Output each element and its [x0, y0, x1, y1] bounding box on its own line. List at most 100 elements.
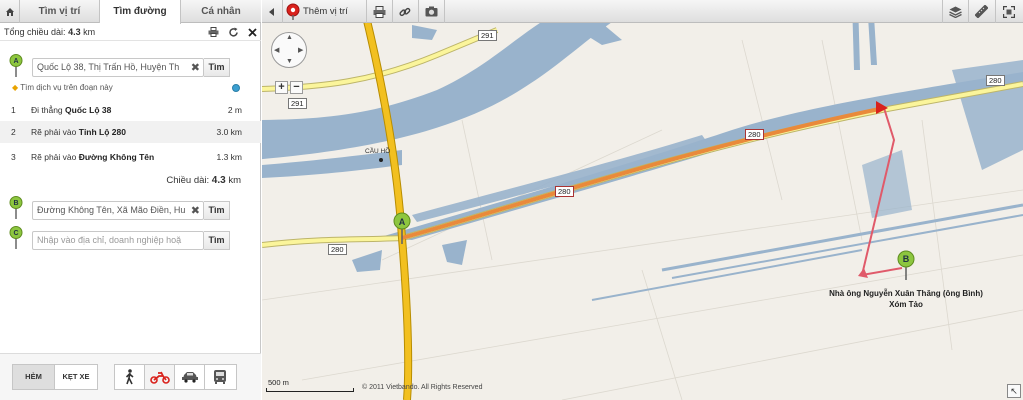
- bus-button[interactable]: [205, 365, 235, 389]
- map-marker-b-letter: B: [903, 254, 910, 264]
- alley-mode-button[interactable]: HẺM: [13, 365, 55, 389]
- home-icon: [5, 7, 14, 16]
- clear-origin-icon[interactable]: ✖: [191, 61, 200, 74]
- tab-find-location[interactable]: Tìm vị trí: [20, 0, 100, 23]
- total-distance-header: Tổng chiều dài: 4.3 km: [0, 23, 261, 41]
- zoom-out-button[interactable]: −: [290, 81, 303, 94]
- service-link-text: Tìm dịch vụ trên đoạn này: [20, 83, 113, 92]
- service-globe-icon[interactable]: [232, 84, 240, 92]
- marker-c-letter: C: [13, 230, 18, 237]
- pan-right-icon[interactable]: ▶: [298, 46, 303, 54]
- clear-destination-icon[interactable]: ✖: [191, 204, 200, 217]
- map-toolbar: Thêm vị trí: [262, 0, 1023, 23]
- road-shield: 291: [288, 98, 307, 109]
- motorbike-icon: [149, 371, 170, 384]
- step-instruction: Rẽ phải vào Tỉnh Lộ 280: [31, 121, 126, 143]
- route-length-value: 4.3: [211, 175, 226, 186]
- origin-row: Quốc Lộ 38, Thị Trấn Hồ, Huyện Th ✖ Tìm: [32, 58, 230, 77]
- screenshot-button[interactable]: [418, 0, 444, 23]
- add-location-button[interactable]: Thêm vị trí: [286, 0, 366, 23]
- route-length-unit: km: [228, 175, 241, 186]
- walk-icon: [125, 369, 134, 385]
- vehicle-group: [114, 364, 237, 390]
- bus-icon: [214, 370, 226, 384]
- pan-left-icon[interactable]: ◀: [274, 46, 279, 54]
- directions-panel: Tìm vị trí Tìm đường Cá nhân Tổng chiều …: [0, 0, 261, 400]
- collapse-panel-button[interactable]: [262, 0, 282, 23]
- origin-search-button[interactable]: Tìm: [204, 58, 230, 77]
- extra-stop-input[interactable]: Nhập vào địa chỉ, doanh nghiệp hoặ: [32, 231, 204, 250]
- total-distance-label: Tổng chiều dài:: [4, 27, 66, 37]
- route-step[interactable]: 3 Rẽ phải vào Đường Không Tên 1.3 km: [0, 146, 261, 168]
- destination-search-button[interactable]: Tìm: [204, 201, 230, 220]
- step-road: Quốc Lộ 38: [65, 105, 112, 115]
- car-button[interactable]: [175, 365, 205, 389]
- pan-control[interactable]: ▲ ▼ ◀ ▶: [271, 32, 307, 68]
- pan-up-icon[interactable]: ▲: [286, 34, 293, 41]
- step-prefix: Rẽ phải vào: [31, 152, 77, 162]
- origin-input[interactable]: Quốc Lộ 38, Thị Trấn Hồ, Huyện Th: [32, 58, 204, 77]
- route-step[interactable]: 2 Rẽ phải vào Tỉnh Lộ 280 3.0 km: [0, 121, 261, 143]
- road-shield: 280: [555, 186, 574, 197]
- add-location-label: Thêm vị trí: [303, 6, 348, 17]
- step-instruction: Đi thẳng Quốc Lộ 38: [31, 99, 111, 121]
- link-icon: [399, 7, 411, 16]
- step-road: Đường Không Tên: [78, 152, 155, 162]
- zoom-in-button[interactable]: +: [275, 81, 288, 94]
- copyright-text: © 2011 Vietbando. All Rights Reserved: [362, 384, 483, 391]
- step-prefix: Rẽ phải vào: [31, 127, 77, 137]
- marker-a-letter: A: [13, 58, 18, 65]
- reverse-route-button[interactable]: [227, 26, 239, 38]
- map-marker-a-letter: A: [399, 217, 406, 227]
- step-instruction: Rẽ phải vào Đường Không Tên: [31, 146, 154, 168]
- destination-label-line2: Xóm Tảo: [889, 300, 923, 309]
- fullscreen-icon: [1003, 5, 1015, 18]
- tab-find-route[interactable]: Tìm đường: [100, 0, 181, 24]
- map-marker-b[interactable]: B: [897, 250, 915, 280]
- road-shield: 280: [986, 75, 1005, 86]
- road-shield: 291: [478, 30, 497, 41]
- scale-label: 500 m: [268, 378, 289, 387]
- marker-a-icon: A: [9, 54, 23, 77]
- pan-down-icon[interactable]: ▼: [286, 58, 293, 65]
- total-distance-value: 4.3: [68, 27, 81, 37]
- route-step[interactable]: 1 Đi thẳng Quốc Lộ 38 2 m: [0, 99, 261, 121]
- road-shield: 280: [745, 129, 764, 140]
- road-mode-group: HẺM KẸT XE: [12, 364, 98, 390]
- layers-button[interactable]: [942, 0, 968, 23]
- step-distance: 1.3 km: [216, 152, 242, 162]
- tab-personal[interactable]: Cá nhân: [181, 0, 261, 23]
- close-panel-button[interactable]: [246, 26, 258, 38]
- bullet-icon: ◆: [12, 83, 19, 92]
- service-link[interactable]: ◆ Tìm dịch vụ trên đoạn này: [12, 83, 113, 92]
- tab-bar: Tìm vị trí Tìm đường Cá nhân: [0, 0, 261, 24]
- scale-bar: [266, 388, 354, 392]
- extra-stop-search-button[interactable]: Tìm: [204, 231, 230, 250]
- overview-toggle-button[interactable]: ↖: [1007, 384, 1021, 398]
- step-number: 2: [11, 127, 16, 137]
- destination-label-line1: Nhà ông Nguyễn Xuân Thăng (ông Bình): [829, 289, 983, 298]
- destination-row: Đường Không Tên, Xã Mão Điền, Hu ✖ Tìm: [32, 201, 230, 220]
- fullscreen-button[interactable]: [995, 0, 1023, 23]
- map-print-button[interactable]: [366, 0, 392, 23]
- layers-icon: [948, 6, 962, 18]
- destination-label: Nhà ông Nguyễn Xuân Thăng (ông Bình) Xóm…: [808, 288, 1004, 310]
- print-route-button[interactable]: [207, 26, 219, 38]
- destination-input[interactable]: Đường Không Tên, Xã Mão Điền, Hu: [32, 201, 204, 220]
- refresh-icon: [228, 27, 238, 37]
- marker-b-letter: B: [13, 200, 18, 207]
- measure-button[interactable]: [968, 0, 995, 23]
- home-button[interactable]: [0, 0, 20, 23]
- motorbike-button[interactable]: [145, 365, 175, 389]
- traffic-jam-button[interactable]: KẸT XE: [55, 365, 97, 389]
- walk-button[interactable]: [115, 365, 145, 389]
- map-canvas[interactable]: A B: [262, 0, 1023, 400]
- ruler-icon: [975, 5, 988, 18]
- step-distance: 2 m: [227, 105, 242, 115]
- share-link-button[interactable]: [392, 0, 418, 23]
- car-icon: [181, 372, 198, 383]
- map-pin-icon: [286, 3, 300, 20]
- place-label: CẦU HỒ: [365, 148, 391, 155]
- road-shield: 280: [328, 244, 347, 255]
- step-distance: 3.0 km: [216, 127, 242, 137]
